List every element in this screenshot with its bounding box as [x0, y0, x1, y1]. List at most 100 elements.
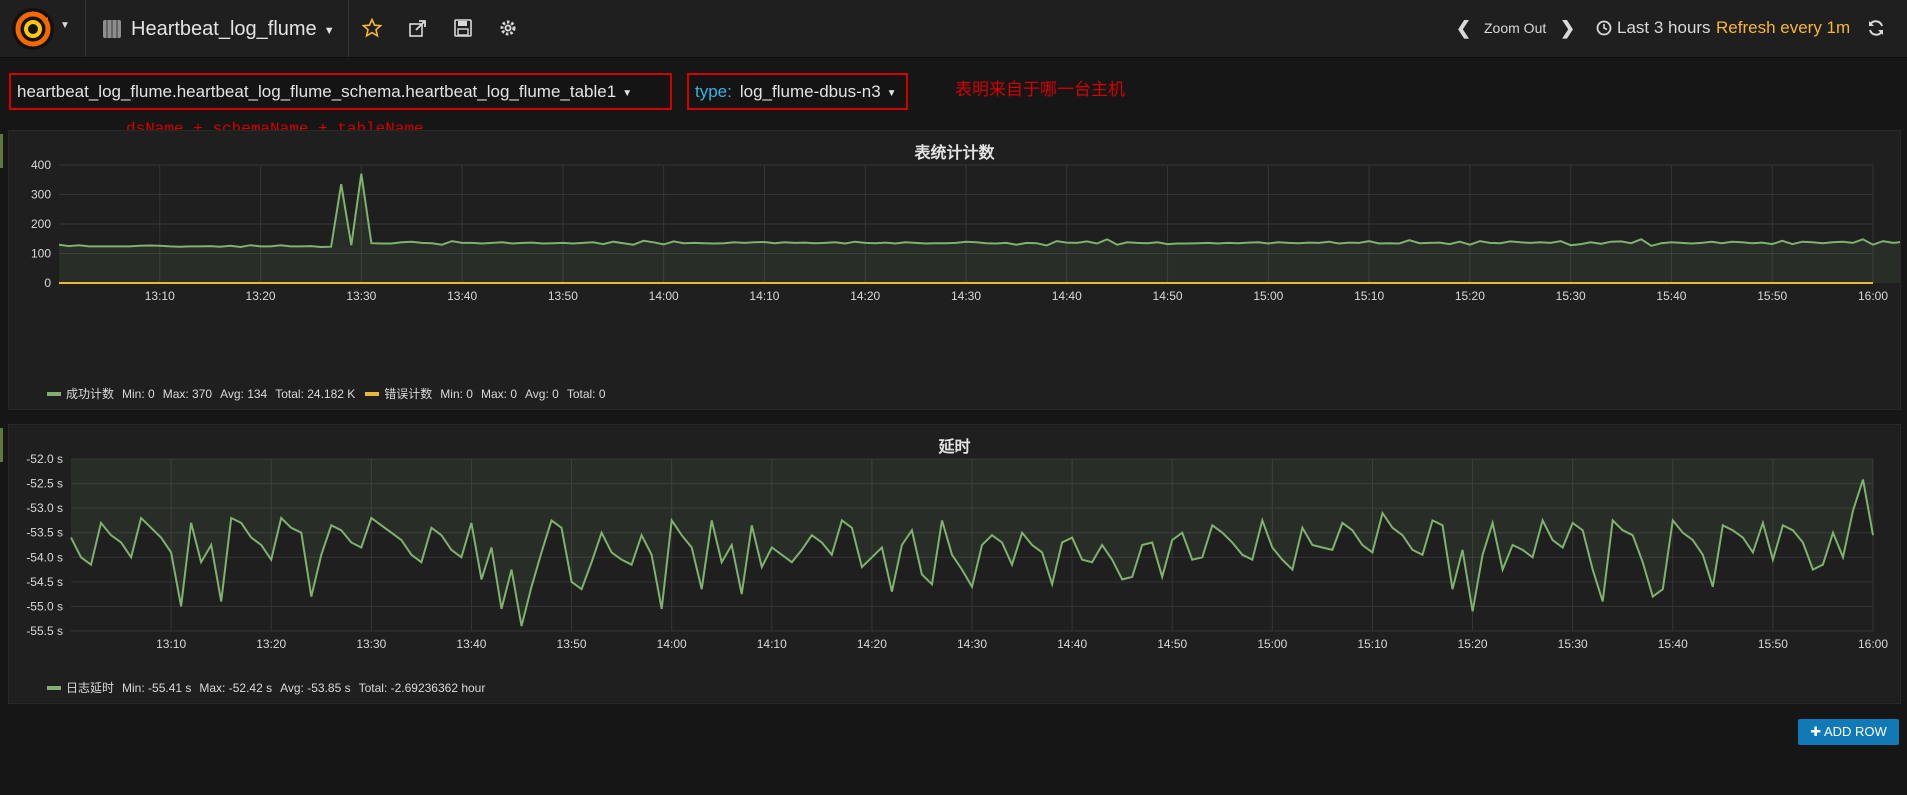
y-tick-label: 0 — [44, 276, 51, 290]
y-tick-label: -52.5 s — [26, 477, 63, 491]
x-tick-label: 16:00 — [1858, 289, 1888, 303]
dashboard-title: Heartbeat_log_flume — [131, 17, 317, 40]
x-tick-label: 15:40 — [1656, 289, 1686, 303]
chevron-left-icon[interactable]: ❮ — [1456, 18, 1471, 39]
legend-avg: Avg: -53.85 s — [280, 680, 351, 695]
x-tick-label: 14:50 — [1153, 289, 1183, 303]
chevron-down-icon[interactable]: ▼ — [60, 20, 70, 31]
x-tick-label: 13:50 — [557, 637, 587, 651]
latency-legend: 日志延时 Min: -55.41 s Max: -52.42 s Avg: -5… — [47, 679, 495, 696]
legend-total: Total: 24.182 K — [275, 386, 356, 401]
y-tick-label: -53.0 s — [26, 501, 63, 515]
x-tick-label: 16:00 — [1858, 637, 1888, 651]
x-tick-label: 15:00 — [1253, 289, 1283, 303]
y-tick-label: 300 — [31, 188, 51, 202]
x-tick-label: 14:40 — [1057, 637, 1087, 651]
x-tick-label: 13:10 — [145, 289, 175, 303]
y-tick-label: 400 — [31, 158, 51, 172]
refresh-icon[interactable] — [1867, 17, 1885, 39]
row-collapse-marker[interactable] — [0, 134, 3, 168]
y-tick-label: -55.5 s — [26, 624, 63, 638]
y-tick-label: 100 — [31, 247, 51, 261]
type-variable-label: type: — [695, 81, 732, 101]
x-tick-label: 14:20 — [850, 289, 880, 303]
x-tick-label: 14:30 — [951, 289, 981, 303]
zoom-out-button[interactable]: Zoom Out — [1484, 20, 1546, 36]
x-tick-label: 14:20 — [857, 637, 887, 651]
latency-panel: 延时 13:10 13:20 13:30 13:40 13:50 14:00 14:10 14… — [8, 424, 1901, 704]
chevron-down-icon: ▼ — [886, 88, 897, 99]
time-range-label: Last 3 hours — [1617, 18, 1711, 37]
latency-chart: 13:10 13:20 13:30 13:40 13:50 14:00 14:10 14:20… — [26, 452, 1888, 651]
x-tick-label: 13:40 — [447, 289, 477, 303]
table-variable-value: heartbeat_log_flume.heartbeat_log_flume_… — [17, 81, 617, 101]
legend-max: Max: 370 — [162, 386, 213, 401]
legend-series-name: 成功计数 — [66, 387, 115, 401]
legend-series-name: 错误计数 — [384, 387, 433, 401]
x-tick-label: 15:10 — [1354, 289, 1384, 303]
clock-icon — [1596, 20, 1612, 36]
x-tick-label: 14:10 — [757, 637, 787, 651]
y-tick-label: -52.0 s — [26, 452, 63, 466]
count-legend: 成功计数 Min: 0 Max: 370 Avg: 134 Total: 24.… — [47, 385, 616, 402]
type-variable-selector[interactable]: type: log_flume-dbus-n3 ▼ — [687, 73, 908, 110]
y-tick-label: -55.0 s — [26, 599, 63, 613]
x-tick-label: 15:10 — [1357, 637, 1387, 651]
grafana-logo-icon[interactable] — [10, 7, 56, 51]
x-tick-label: 15:20 — [1455, 289, 1485, 303]
legend-avg: Avg: 0 — [525, 386, 559, 401]
top-navbar: ▼ Heartbeat_log_flume ▼ ❮ Zoom Out ❯ Las… — [0, 0, 1907, 58]
x-tick-label: 15:20 — [1458, 637, 1488, 651]
legend-min: Min: 0 — [440, 386, 473, 401]
legend-avg: Avg: 134 — [220, 386, 268, 401]
save-icon[interactable] — [452, 17, 474, 39]
dashboard-title-dropdown[interactable]: Heartbeat_log_flume ▼ — [103, 14, 335, 44]
count-chart: 13:10 13:20 13:30 13:40 13:50 14:00 14:10 14:20… — [31, 158, 1900, 303]
x-tick-label: 13:40 — [456, 637, 486, 651]
x-tick-label: 13:30 — [346, 289, 376, 303]
x-tick-label: 14:00 — [649, 289, 679, 303]
x-tick-label: 13:10 — [156, 637, 186, 651]
x-tick-label: 15:00 — [1257, 637, 1287, 651]
x-tick-label: 14:00 — [657, 637, 687, 651]
legend-series-name: 日志延时 — [66, 681, 115, 695]
legend-total: Total: -2.69236362 hour — [358, 680, 486, 695]
y-tick-label: -54.5 s — [26, 575, 63, 589]
legend-total: Total: 0 — [566, 386, 606, 401]
add-row-button[interactable]: ✚ ADD ROW — [1798, 719, 1899, 745]
series-area — [59, 173, 1900, 283]
legend-min: Min: -55.41 s — [122, 680, 192, 695]
count-panel: 表统计计数 13:10 13:20 13:30 13:40 13:50 14:00 14:1… — [8, 130, 1901, 410]
x-tick-label: 14:50 — [1157, 637, 1187, 651]
x-tick-label: 14:10 — [749, 289, 779, 303]
x-tick-label: 13:50 — [548, 289, 578, 303]
gear-icon[interactable] — [497, 17, 519, 39]
x-tick-label: 15:30 — [1558, 637, 1588, 651]
x-tick-label: 15:30 — [1556, 289, 1586, 303]
host-annotation: 表明来自于哪一台主机 — [955, 80, 1125, 100]
x-tick-label: 14:30 — [957, 637, 987, 651]
x-tick-label: 13:20 — [256, 637, 286, 651]
x-tick-label: 15:50 — [1758, 637, 1788, 651]
chevron-right-icon[interactable]: ❯ — [1560, 18, 1575, 39]
refresh-interval-label[interactable]: Refresh every 1m — [1716, 18, 1850, 38]
x-tick-label: 13:20 — [246, 289, 276, 303]
chevron-down-icon: ▼ — [323, 25, 335, 37]
dashboard-grid-icon — [103, 20, 121, 38]
legend-item-success[interactable]: 成功计数 Min: 0 Max: 370 Avg: 134 Total: 24.… — [47, 385, 355, 402]
chevron-down-icon: ▼ — [622, 88, 633, 99]
legend-item-error[interactable]: 错误计数 Min: 0 Max: 0 Avg: 0 Total: 0 — [365, 385, 606, 402]
y-tick-label: -53.5 s — [26, 526, 63, 540]
table-variable-selector[interactable]: heartbeat_log_flume.heartbeat_log_flume_… — [9, 73, 672, 110]
share-icon[interactable] — [407, 17, 429, 39]
x-tick-label: 14:40 — [1052, 289, 1082, 303]
type-variable-value: log_flume-dbus-n3 — [739, 81, 881, 101]
star-icon[interactable] — [361, 17, 383, 39]
time-picker-button[interactable]: Last 3 hours — [1596, 17, 1711, 39]
row-collapse-marker[interactable] — [0, 428, 3, 462]
x-tick-label: 13:30 — [356, 637, 386, 651]
legend-min: Min: 0 — [122, 386, 155, 401]
legend-item-latency[interactable]: 日志延时 Min: -55.41 s Max: -52.42 s Avg: -5… — [47, 679, 485, 696]
y-tick-label: -54.0 s — [26, 550, 63, 564]
x-tick-label: 15:50 — [1757, 289, 1787, 303]
